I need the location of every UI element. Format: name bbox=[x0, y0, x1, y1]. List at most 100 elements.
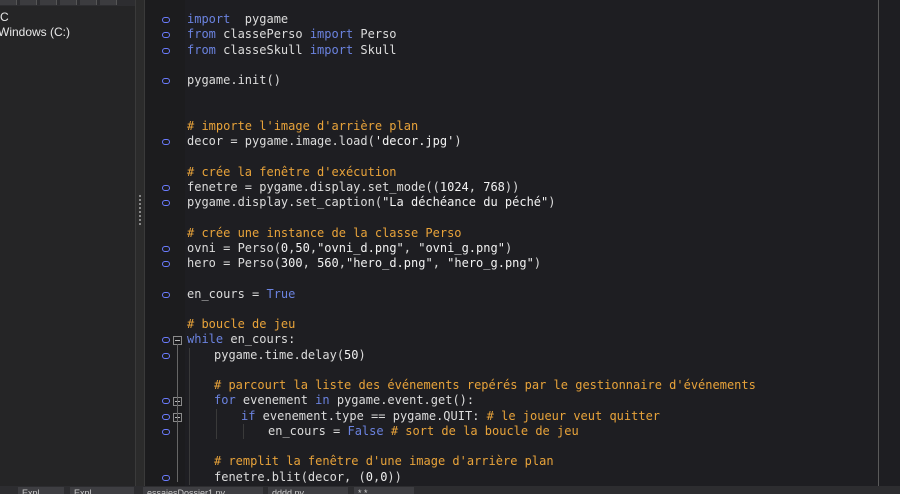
code-token: 768 bbox=[483, 179, 505, 194]
code-line[interactable]: # crée la fenêtre d'exécution bbox=[187, 165, 397, 180]
code-line[interactable]: fenetre = pygame.display.set_mode((1024,… bbox=[187, 180, 519, 195]
code-line[interactable]: fenetre.blit(decor, (0,0)) bbox=[214, 470, 402, 485]
code-token: )) bbox=[504, 179, 520, 194]
code-line[interactable]: ovni = Perso(0,50,"ovni_d.png", "ovni_g.… bbox=[187, 241, 512, 256]
code-token: "ovni_d.png" bbox=[317, 240, 404, 255]
keyword-token: for bbox=[214, 393, 236, 408]
code-token: "La déchéance du péché" bbox=[382, 195, 549, 209]
keyword-token: from bbox=[187, 27, 216, 42]
code-line[interactable]: decor = pygame.image.load('decor.jpg') bbox=[187, 134, 462, 149]
bottom-tab-bar: Expl Expl essaiesDossier1.py dddd.py * * bbox=[0, 486, 900, 494]
comment-token: # sort de la boucle de jeu bbox=[390, 423, 579, 438]
code-token: 0 bbox=[365, 469, 373, 484]
code-token: , bbox=[302, 256, 318, 270]
toolbar-button[interactable] bbox=[100, 0, 117, 5]
code-line[interactable]: pygame.time.delay(50) bbox=[214, 348, 366, 363]
tab-explorer-2[interactable]: Expl bbox=[70, 487, 134, 494]
code-line[interactable]: from classeSkull import Skull bbox=[187, 43, 397, 58]
explorer-toolbar bbox=[0, 0, 135, 6]
code-token: ) bbox=[504, 240, 513, 255]
toolbar-button[interactable] bbox=[60, 0, 77, 5]
code-token: ovni = Perso( bbox=[187, 240, 281, 255]
tree-item-pc[interactable]: C bbox=[0, 9, 9, 25]
code-token: pygame bbox=[230, 12, 289, 26]
code-token: fenetre.blit(decor, ( bbox=[214, 469, 366, 484]
code-token: 1024 bbox=[439, 179, 469, 194]
code-line[interactable]: if evenement.type == pygame.QUIT: # le j… bbox=[241, 409, 660, 424]
code-editor[interactable]: import pygame from classePerso import Per… bbox=[145, 0, 900, 486]
bookmark-marker-icon[interactable] bbox=[162, 428, 170, 435]
code-token: , bbox=[403, 240, 419, 255]
code-token: Skull bbox=[353, 42, 397, 57]
tree-item-windows-drive[interactable]: Windows (C:) bbox=[0, 24, 70, 40]
bookmark-marker-icon[interactable] bbox=[162, 17, 170, 23]
bookmark-marker-icon[interactable] bbox=[162, 200, 170, 206]
tab-file-essaies[interactable]: essaiesDossier1.py bbox=[143, 487, 263, 494]
code-token: 300 bbox=[280, 256, 303, 270]
toolbar-button[interactable] bbox=[80, 0, 97, 5]
keyword-token: if bbox=[241, 408, 256, 423]
bookmark-marker-icon[interactable] bbox=[162, 184, 170, 191]
bookmark-marker-icon[interactable] bbox=[162, 47, 170, 54]
code-line[interactable]: # remplit la fenêtre d'une image d'arriè… bbox=[214, 454, 554, 469]
bookmark-marker-icon[interactable] bbox=[162, 78, 170, 84]
code-token: hero = Perso( bbox=[187, 256, 281, 270]
bookmark-marker-icon[interactable] bbox=[162, 32, 170, 39]
code-line[interactable]: while en_cours: bbox=[187, 332, 295, 347]
code-line[interactable]: en_cours = False # sort de la boucle de … bbox=[268, 424, 579, 439]
code-token: 50 bbox=[344, 347, 359, 362]
toolbar-button[interactable] bbox=[40, 0, 57, 5]
code-token: pygame.time.delay( bbox=[214, 347, 345, 362]
keyword-token: import bbox=[309, 27, 354, 42]
comment-token: # parcourt la liste des événements repér… bbox=[214, 378, 756, 392]
code-token: pygame.display.set_caption( bbox=[187, 195, 383, 209]
code-token: ) bbox=[548, 195, 556, 209]
code-line[interactable]: en_cours = True bbox=[187, 287, 295, 302]
toolbar-button[interactable] bbox=[20, 0, 37, 5]
comment-token: # boucle de jeu bbox=[187, 317, 296, 331]
bookmark-marker-icon[interactable] bbox=[162, 261, 170, 267]
code-token: , bbox=[338, 256, 346, 270]
comment-token: # importe l'image d'arrière plan bbox=[187, 118, 419, 133]
bookmark-marker-icon[interactable] bbox=[162, 474, 170, 481]
code-token: , bbox=[468, 179, 484, 194]
pane-splitter[interactable] bbox=[135, 0, 145, 494]
indent-guide bbox=[243, 423, 244, 439]
editor-gutter[interactable] bbox=[145, 0, 185, 486]
code-token: pygame.init() bbox=[187, 73, 281, 87]
comment-token: # remplit la fenêtre d'une image d'arriè… bbox=[214, 454, 554, 469]
tab-explorer-1[interactable]: Expl bbox=[18, 487, 64, 494]
bookmark-marker-icon[interactable] bbox=[162, 291, 170, 298]
code-token: "hero_d.png" bbox=[345, 256, 433, 270]
fold-guide-line bbox=[177, 344, 178, 482]
code-line[interactable]: for evenement in pygame.event.get(): bbox=[214, 393, 474, 408]
code-line[interactable]: # boucle de jeu bbox=[187, 317, 295, 332]
code-line[interactable]: pygame.display.set_caption("La déchéance… bbox=[187, 195, 555, 210]
tab-file-dddd[interactable]: dddd.py bbox=[268, 487, 348, 494]
code-token: en_cours: bbox=[223, 332, 296, 347]
bookmark-marker-icon[interactable] bbox=[162, 352, 170, 359]
bookmark-marker-icon[interactable] bbox=[162, 337, 170, 344]
code-line[interactable]: from classePerso import Perso bbox=[187, 27, 397, 42]
bookmark-marker-icon[interactable] bbox=[162, 413, 170, 420]
code-line[interactable]: import pygame bbox=[187, 12, 288, 27]
bookmark-marker-icon[interactable] bbox=[162, 398, 170, 405]
code-token: 50 bbox=[295, 240, 310, 255]
code-token: 560 bbox=[317, 256, 339, 270]
keyword-token: True bbox=[266, 286, 296, 301]
code-token: ) bbox=[454, 134, 462, 148]
splitter-grip-icon[interactable] bbox=[139, 195, 141, 225]
keyword-token: import bbox=[187, 12, 231, 26]
bookmark-marker-icon[interactable] bbox=[162, 245, 170, 252]
code-line[interactable]: hero = Perso(300, 560,"hero_d.png", "her… bbox=[187, 256, 541, 271]
comment-token: # crée une instance de la classe Perso bbox=[187, 225, 462, 240]
code-line[interactable]: # crée une instance de la classe Perso bbox=[187, 226, 462, 241]
code-line[interactable]: pygame.init() bbox=[187, 73, 281, 88]
toolbar-button[interactable] bbox=[0, 0, 17, 5]
file-explorer-pane: C Windows (C:) bbox=[0, 0, 135, 494]
code-line[interactable]: # importe l'image d'arrière plan bbox=[187, 119, 418, 134]
code-token: classePerso bbox=[215, 27, 310, 42]
code-line[interactable]: # parcourt la liste des événements repér… bbox=[214, 378, 756, 393]
tab-file-unsaved[interactable]: * * bbox=[354, 487, 414, 494]
bookmark-marker-icon[interactable] bbox=[162, 139, 170, 145]
